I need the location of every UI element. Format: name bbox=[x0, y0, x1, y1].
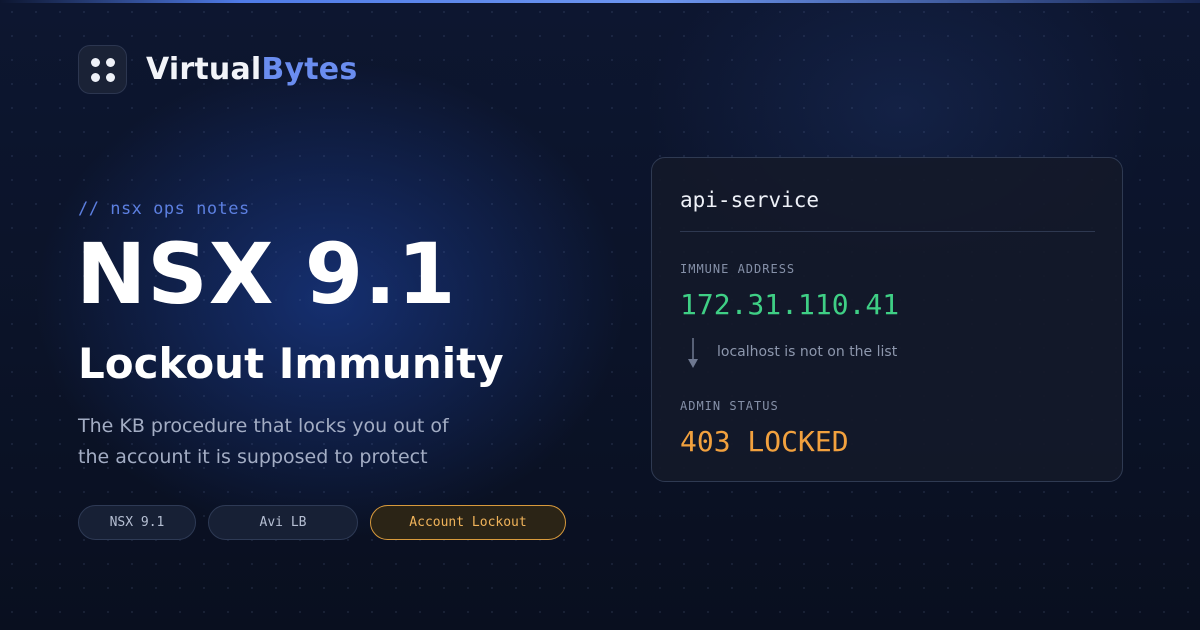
status-card: api-service IMMUNE ADDRESS 172.31.110.41… bbox=[651, 157, 1123, 482]
brand-name-bytes: Bytes bbox=[261, 52, 358, 87]
description-line-2: the account it is supposed to protect bbox=[78, 446, 428, 468]
arrow-down-icon bbox=[688, 338, 698, 368]
tag-nsx: NSX 9.1 bbox=[78, 505, 196, 540]
immune-address-value: 172.31.110.41 bbox=[680, 288, 900, 321]
top-accent-line bbox=[0, 0, 1200, 3]
page-title: NSX 9.1 bbox=[76, 225, 457, 323]
description-line-1: The KB procedure that locks you out of bbox=[78, 415, 449, 437]
brand: VirtualBytes bbox=[78, 45, 357, 94]
card-divider bbox=[680, 231, 1095, 232]
tag-avi-lb: Avi LB bbox=[208, 505, 358, 540]
tag-account-lockout: Account Lockout bbox=[370, 505, 566, 540]
admin-status-label: ADMIN STATUS bbox=[680, 399, 779, 413]
localhost-note: localhost is not on the list bbox=[717, 344, 898, 360]
description: The KB procedure that locks you out of t… bbox=[78, 411, 498, 473]
card-title: api-service bbox=[680, 188, 820, 212]
kicker: // nsx ops notes bbox=[78, 199, 250, 219]
admin-status-value: 403 LOCKED bbox=[680, 425, 849, 458]
four-dots-icon bbox=[78, 45, 127, 94]
brand-name: VirtualBytes bbox=[146, 52, 357, 87]
immune-address-label: IMMUNE ADDRESS bbox=[680, 262, 796, 276]
brand-name-virtual: Virtual bbox=[146, 52, 262, 87]
page-subtitle: Lockout Immunity bbox=[78, 339, 504, 388]
